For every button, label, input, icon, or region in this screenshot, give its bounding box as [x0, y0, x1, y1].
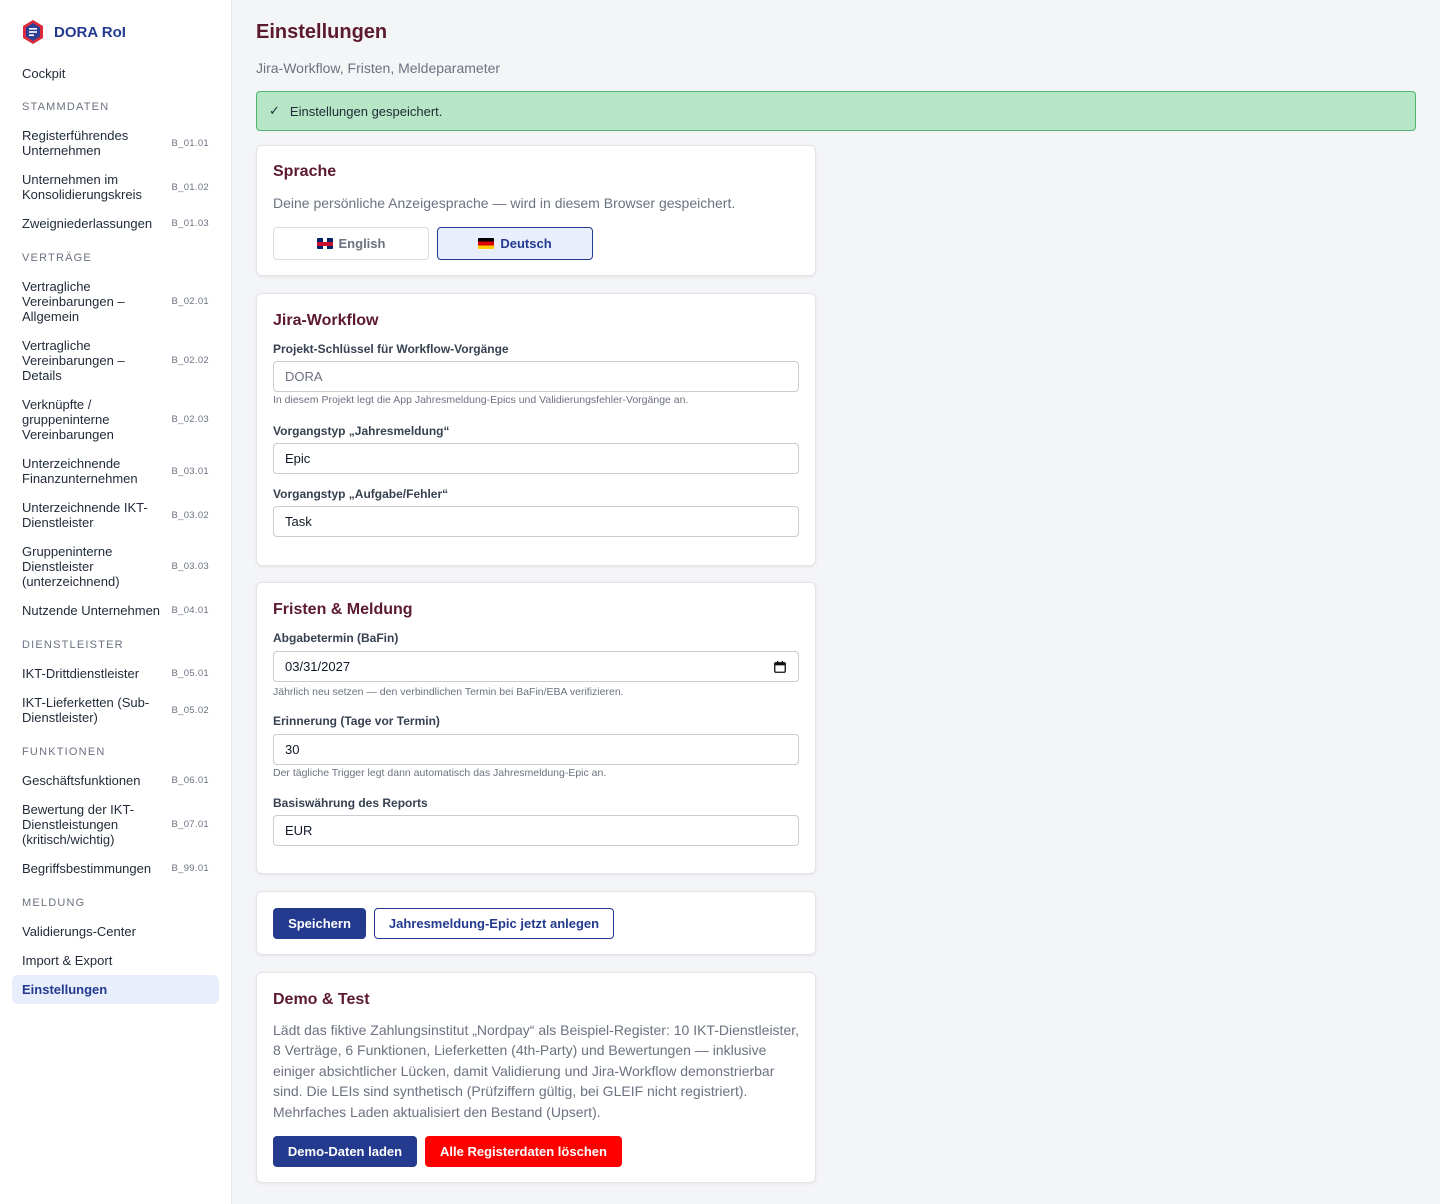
annual-issue-type-input[interactable]: Epic: [273, 443, 799, 474]
sidebar-item-b0501[interactable]: IKT-Drittdienstleister B_05.01: [12, 665, 219, 681]
sidebar-item-b0601[interactable]: Geschäftsfunktionen B_06.01: [12, 772, 219, 788]
load-demo-data-button[interactable]: Demo-Daten laden: [273, 1136, 417, 1167]
page-title: Einstellungen: [256, 21, 388, 43]
section-header-vertraege: VERTRÄGE: [22, 252, 92, 264]
deadline-date-value: 03/31/2027: [285, 659, 351, 674]
jira-workflow-card: Jira-Workflow Projekt-Schlüssel für Work…: [256, 293, 816, 566]
language-card-title: Sprache: [273, 163, 337, 180]
sidebar-item-b0201[interactable]: Vertragliche Vereinbarungen – Allgemein …: [12, 279, 219, 324]
calendar-icon[interactable]: [774, 661, 786, 673]
sidebar-item-b9901[interactable]: Begriffsbestimmungen B_99.01: [12, 860, 219, 876]
project-key-input[interactable]: DORA: [273, 361, 799, 392]
sidebar-item-b0203[interactable]: Verknüpfte / gruppeninterne Vereinbarung…: [12, 397, 219, 442]
sidebar-item-b0103[interactable]: Zweigniederlassungen B_01.03: [12, 215, 219, 231]
app-name: DORA RoI: [54, 23, 126, 41]
reminder-days-input[interactable]: 30: [273, 734, 799, 765]
check-icon: ✓: [269, 103, 280, 118]
sidebar: DORA RoI Cockpit STAMMDATEN Registerführ…: [0, 0, 232, 1204]
create-epic-button[interactable]: Jahresmeldung-Epic jetzt anlegen: [374, 908, 614, 939]
demo-test-card: Demo & Test Lädt das fiktive Zahlungsins…: [256, 972, 816, 1183]
language-deutsch-button[interactable]: Deutsch: [437, 227, 593, 260]
sidebar-item-b0101[interactable]: Registerführendes Unternehmen B_01.01: [12, 128, 219, 158]
success-alert: ✓ Einstellungen gespeichert.: [256, 91, 1416, 131]
de-flag-icon: [478, 238, 495, 249]
deadline-hint: Jährlich neu setzen — den verbindlichen …: [273, 686, 624, 698]
sidebar-item-b0502[interactable]: IKT-Lieferketten (Sub-Dienstleister) B_0…: [12, 695, 219, 725]
currency-label: Basiswährung des Reports: [273, 796, 428, 810]
language-card: Sprache Deine persönliche Anzeigesprache…: [256, 145, 816, 276]
task-issue-type-label: Vorgangstyp „Aufgabe/Fehler“: [273, 487, 449, 501]
deadline-label: Abgabetermin (BaFin): [273, 631, 399, 645]
sidebar-item-b0401[interactable]: Nutzende Unternehmen B_04.01: [12, 602, 219, 618]
reminder-hint: Der tägliche Trigger legt dann automatis…: [273, 767, 607, 779]
page-subtitle: Jira-Workflow, Fristen, Meldeparameter: [256, 60, 501, 76]
uk-flag-icon: [316, 238, 333, 249]
currency-input[interactable]: EUR: [273, 815, 799, 846]
jira-card-title: Jira-Workflow: [273, 312, 379, 329]
delete-register-data-button[interactable]: Alle Registerdaten löschen: [425, 1136, 622, 1167]
deadline-date-input[interactable]: 03/31/2027: [273, 651, 799, 682]
section-header-meldung: MELDUNG: [22, 897, 86, 909]
sidebar-item-einstellungen[interactable]: Einstellungen: [12, 975, 219, 1004]
sidebar-item-b0302[interactable]: Unterzeichnende IKT-Dienstleister B_03.0…: [12, 500, 219, 530]
brand[interactable]: DORA RoI: [22, 20, 126, 44]
annual-issue-type-label: Vorgangstyp „Jahresmeldung“: [273, 424, 450, 438]
deadlines-card: Fristen & Meldung Abgabetermin (BaFin) 0…: [256, 582, 816, 874]
sidebar-item-b0202[interactable]: Vertragliche Vereinbarungen – Details B_…: [12, 338, 219, 383]
sidebar-item-cockpit[interactable]: Cockpit: [12, 63, 219, 83]
alert-text: Einstellungen gespeichert.: [289, 103, 443, 119]
section-header-dienstleister: DIENSTLEISTER: [22, 639, 124, 651]
app-logo-icon: [23, 20, 43, 44]
section-header-stammdaten: STAMMDATEN: [22, 101, 110, 113]
sidebar-item-validierungs-center[interactable]: Validierungs-Center: [12, 923, 219, 939]
section-header-funktionen: FUNKTIONEN: [22, 746, 106, 758]
project-key-label: Projekt-Schlüssel für Workflow-Vorgänge: [273, 342, 509, 356]
demo-description: Lädt das fiktive Zahlungsinstitut „Nordp…: [273, 1022, 800, 1120]
reminder-label: Erinnerung (Tage vor Termin): [273, 714, 440, 728]
project-key-hint: In diesem Projekt legt die App Jahresmel…: [273, 394, 689, 406]
save-button[interactable]: Speichern: [273, 908, 366, 939]
actions-card: Speichern Jahresmeldung-Epic jetzt anleg…: [256, 891, 816, 955]
deadlines-card-title: Fristen & Meldung: [273, 601, 413, 618]
sidebar-item-b0701[interactable]: Bewertung der IKT-Dienstleistungen (krit…: [12, 802, 219, 847]
language-english-button[interactable]: English: [273, 227, 429, 260]
demo-card-title: Demo & Test: [273, 991, 370, 1008]
sidebar-item-b0102[interactable]: Unternehmen im Konsolidierungskreis B_01…: [12, 172, 219, 202]
sidebar-item-b0303[interactable]: Gruppeninterne Dienstleister (unterzeich…: [12, 544, 219, 589]
task-issue-type-input[interactable]: Task: [273, 506, 799, 537]
sidebar-item-import-export[interactable]: Import & Export: [12, 952, 219, 968]
sidebar-item-b0301[interactable]: Unterzeichnende Finanzunternehmen B_03.0…: [12, 456, 219, 486]
language-description: Deine persönliche Anzeigesprache — wird …: [273, 195, 736, 211]
